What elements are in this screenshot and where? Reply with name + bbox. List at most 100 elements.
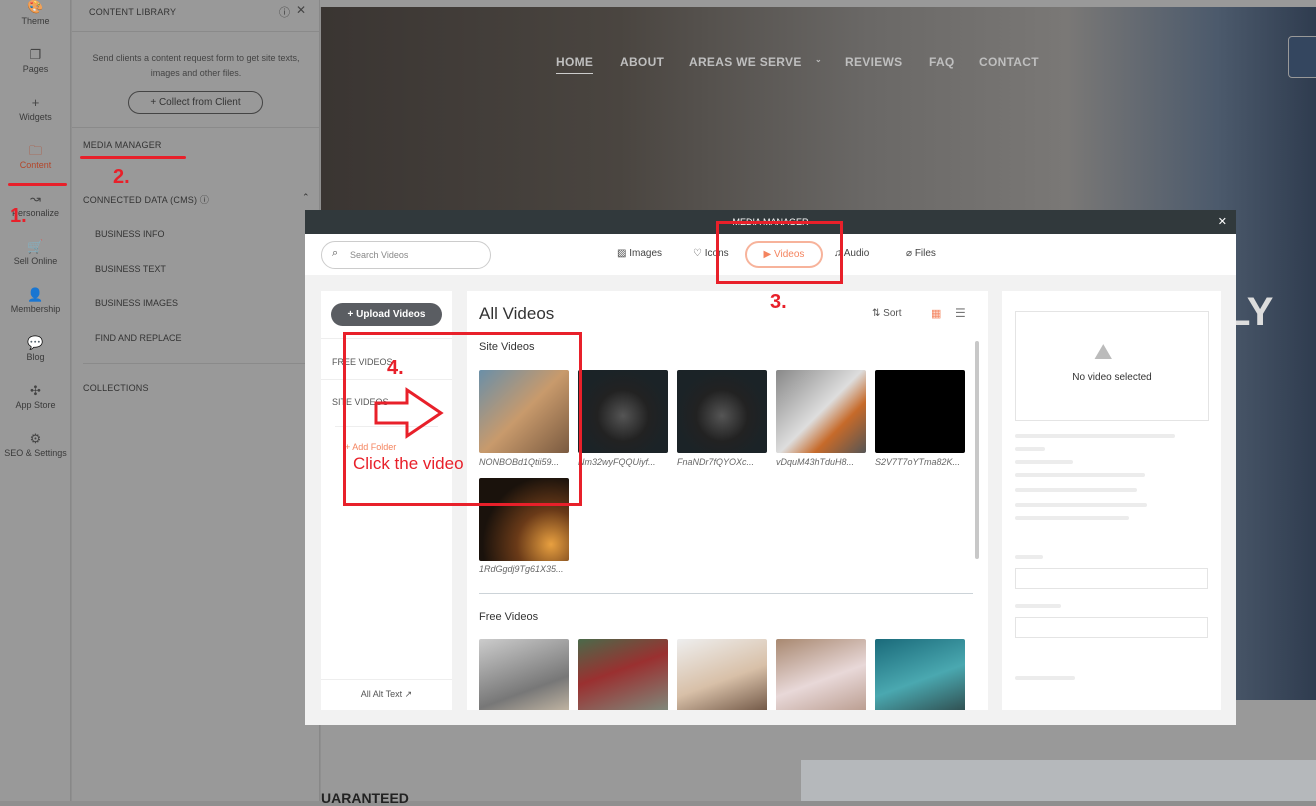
annotation-underline-media — [80, 156, 186, 159]
gear-icon: ⚙ — [29, 431, 42, 446]
close-modal-icon[interactable]: ✕ — [1218, 215, 1227, 228]
free-video-thumbnail[interactable] — [578, 639, 668, 710]
placeholder-image-icon: ⛰ — [1094, 339, 1113, 364]
chevron-up-icon[interactable]: ⌃ — [302, 192, 310, 203]
nav-areas[interactable]: AREAS WE SERVE — [689, 55, 802, 69]
collect-from-client-button[interactable]: + Collect from Client — [128, 91, 263, 114]
rail-item-widgets[interactable]: + Widgets — [0, 94, 71, 122]
connected-data-header[interactable]: CONNECTED DATA (CMS) ⓘ — [83, 193, 209, 206]
free-video-thumbnail[interactable] — [776, 639, 866, 710]
video-name: Nm32wyFQQUiyf... — [578, 457, 656, 467]
rail-item-sell-online[interactable]: 🛒 Sell Online — [0, 238, 71, 266]
sort-label: Sort — [883, 308, 902, 319]
video-thumbnail[interactable] — [875, 370, 965, 453]
rail-item-app-store[interactable]: ✣ App Store — [0, 382, 71, 410]
rail-item-label: SEO & Settings — [4, 448, 67, 458]
rail-item-label: Theme — [21, 16, 50, 26]
chat-icon: 💬 — [27, 335, 44, 350]
rail-item-label: Sell Online — [13, 256, 58, 266]
media-manager-link[interactable]: MEDIA MANAGER — [83, 140, 162, 150]
rail-item-theme[interactable]: 🎨 Theme — [0, 0, 71, 26]
external-link-icon: ↗ — [404, 689, 413, 699]
image-icon: ▨ — [617, 248, 627, 259]
annotation-step-3: 3. — [770, 291, 787, 313]
rail-item-content[interactable]: 🗀 Content — [0, 142, 71, 170]
folder-icon: 🗀 — [28, 143, 42, 158]
plus-icon: + — [31, 95, 40, 110]
rail-item-label: Membership — [10, 304, 61, 314]
video-name: 1RdGgdj9Tg61X35... — [479, 564, 564, 574]
close-icon[interactable]: ✕ — [296, 3, 306, 17]
nav-home[interactable]: HOME — [556, 55, 594, 74]
rail-item-label: App Store — [15, 400, 56, 410]
grid-view-icon[interactable]: ▦ — [931, 307, 941, 320]
annotation-box-videos-tab — [716, 221, 843, 284]
panel-title: CONTENT LIBRARY — [89, 7, 177, 17]
rail-item-blog[interactable]: 💬 Blog — [0, 334, 71, 362]
scrollbar[interactable] — [975, 341, 979, 559]
video-name: S2V7T7oYTma82K... — [875, 457, 961, 467]
free-video-thumbnail[interactable] — [479, 639, 569, 710]
annotation-instruction: Click the video — [353, 454, 464, 473]
chevron-down-icon: ⌄ — [815, 55, 823, 64]
all-videos-heading: All Videos — [479, 304, 555, 323]
upload-videos-button[interactable]: + Upload Videos — [331, 303, 442, 326]
user-icon: 👤 — [27, 287, 44, 302]
nav-faq[interactable]: FAQ — [929, 55, 955, 69]
tab-label: Files — [914, 248, 936, 259]
business-info-link[interactable]: BUSINESS INFO — [95, 229, 165, 239]
details-panel: ⛰ No video selected — [1002, 291, 1221, 710]
rail-item-label: Pages — [22, 64, 49, 74]
video-name: FnaNDr7fQYOXc... — [677, 457, 755, 467]
rail-item-label: Widgets — [19, 112, 52, 122]
free-videos-heading: Free Videos — [479, 611, 539, 623]
free-video-thumbnail[interactable] — [875, 639, 965, 710]
content-library-panel: CONTENT LIBRARY ⓘ ✕ Send clients a conte… — [72, 0, 320, 801]
rail-item-label: Blog — [26, 352, 45, 362]
no-selection-text: No video selected — [1072, 372, 1152, 383]
cart-icon: 🛒 — [27, 239, 44, 254]
annotation-underline-content — [8, 183, 67, 186]
info-icon: ⓘ — [199, 195, 210, 205]
palette-icon: 🎨 — [27, 0, 44, 14]
rail-item-seo-settings[interactable]: ⚙ SEO & Settings — [0, 430, 71, 458]
business-text-link[interactable]: BUSINESS TEXT — [95, 264, 166, 274]
nav-reviews[interactable]: REVIEWS — [845, 55, 902, 69]
rail-item-membership[interactable]: 👤 Membership — [0, 286, 71, 314]
left-rail: 🎨 Theme ❐ Pages + Widgets 🗀 Content ↝ Personalize… — [0, 0, 71, 801]
find-replace-link[interactable]: FIND AND REPLACE — [95, 333, 182, 343]
rail-item-pages[interactable]: ❐ Pages — [0, 46, 71, 74]
annotation-step-4: 4. — [387, 357, 404, 379]
detail-field[interactable] — [1015, 617, 1208, 638]
video-thumbnail[interactable] — [776, 370, 866, 453]
sort-button[interactable]: ⇅ Sort — [872, 308, 902, 319]
tab-files[interactable]: ⌀ Files — [906, 248, 936, 259]
all-alt-text-link[interactable]: All Alt Text ↗ — [321, 689, 452, 700]
collections-link[interactable]: COLLECTIONS — [83, 383, 149, 393]
heart-icon: ♡ — [693, 248, 702, 259]
video-thumbnail[interactable] — [677, 370, 767, 453]
nav-contact[interactable]: CONTACT — [979, 55, 1039, 69]
rail-item-label: Content — [19, 160, 52, 170]
video-name: vDquM43hTduH8... — [776, 457, 855, 467]
nav-about[interactable]: ABOUT — [620, 55, 664, 69]
pages-icon: ❐ — [29, 47, 42, 62]
detail-field[interactable] — [1015, 568, 1208, 589]
tab-label: Audio — [843, 248, 870, 259]
business-images-link[interactable]: BUSINESS IMAGES — [95, 298, 178, 308]
free-video-thumbnail[interactable] — [677, 639, 767, 710]
puzzle-icon: ✣ — [30, 383, 41, 398]
collect-description: Send clients a content request form to g… — [92, 53, 300, 78]
tab-label: Images — [629, 248, 663, 259]
search-input[interactable]: Search Videos — [321, 241, 491, 269]
site-cta-button[interactable] — [1288, 36, 1316, 78]
section-heading: UARANTEED — [321, 790, 409, 806]
tab-images[interactable]: ▨ Images — [617, 248, 662, 259]
list-view-icon[interactable]: ☰ — [955, 306, 966, 320]
help-icon[interactable]: ⓘ — [279, 4, 290, 20]
annotation-step-2: 2. — [113, 166, 130, 188]
alt-text-label: All Alt Text — [360, 689, 403, 699]
video-preview: ⛰ No video selected — [1015, 311, 1209, 421]
video-thumbnail[interactable] — [578, 370, 668, 453]
connected-data-label: CONNECTED DATA (CMS) — [83, 195, 198, 205]
